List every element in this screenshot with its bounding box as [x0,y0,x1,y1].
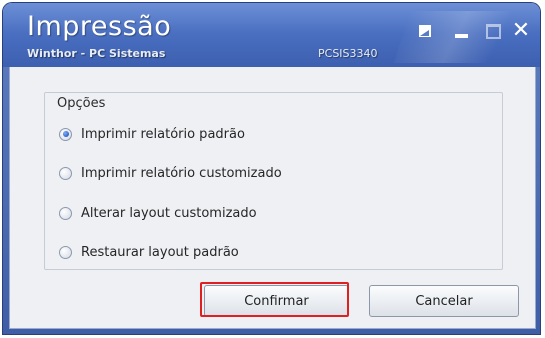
option-imprimir-padrao[interactable]: Imprimir relatório padrão [59,124,245,144]
radio-unchecked-icon[interactable] [59,166,72,180]
title-bar[interactable]: Impressão Winthor - PC Sistemas PCSIS334… [3,3,540,67]
close-icon[interactable]: ✕ [511,20,531,42]
cancel-button[interactable]: Cancelar [369,285,519,317]
radio-unchecked-icon[interactable] [59,206,72,220]
radio-checked-icon[interactable] [59,127,72,141]
option-label: Imprimir relatório padrão [81,126,245,142]
option-label: Alterar layout customizado [81,205,257,221]
confirm-button[interactable]: Confirmar [204,285,349,317]
window-subtitle: Winthor - PC Sistemas [27,47,166,60]
option-restaurar-layout[interactable]: Restaurar layout padrão [59,242,239,262]
maximize-icon[interactable] [483,22,503,40]
options-group-label: Opções [57,96,106,111]
option-label: Imprimir relatório customizado [81,165,282,181]
dialog-body: Opções Imprimir relatório padrão Imprimi… [9,67,536,329]
minimize-icon[interactable] [451,22,471,40]
option-label: Restaurar layout padrão [81,244,239,260]
window-title: Impressão [27,11,172,42]
option-alterar-layout[interactable]: Alterar layout customizado [59,203,257,223]
option-imprimir-customizado[interactable]: Imprimir relatório customizado [59,163,282,183]
edit-window-icon[interactable] [415,22,435,40]
routine-code: PCSIS3340 [318,47,378,60]
radio-unchecked-icon[interactable] [59,245,72,259]
print-dialog-window: Impressão Winthor - PC Sistemas PCSIS334… [3,3,540,334]
